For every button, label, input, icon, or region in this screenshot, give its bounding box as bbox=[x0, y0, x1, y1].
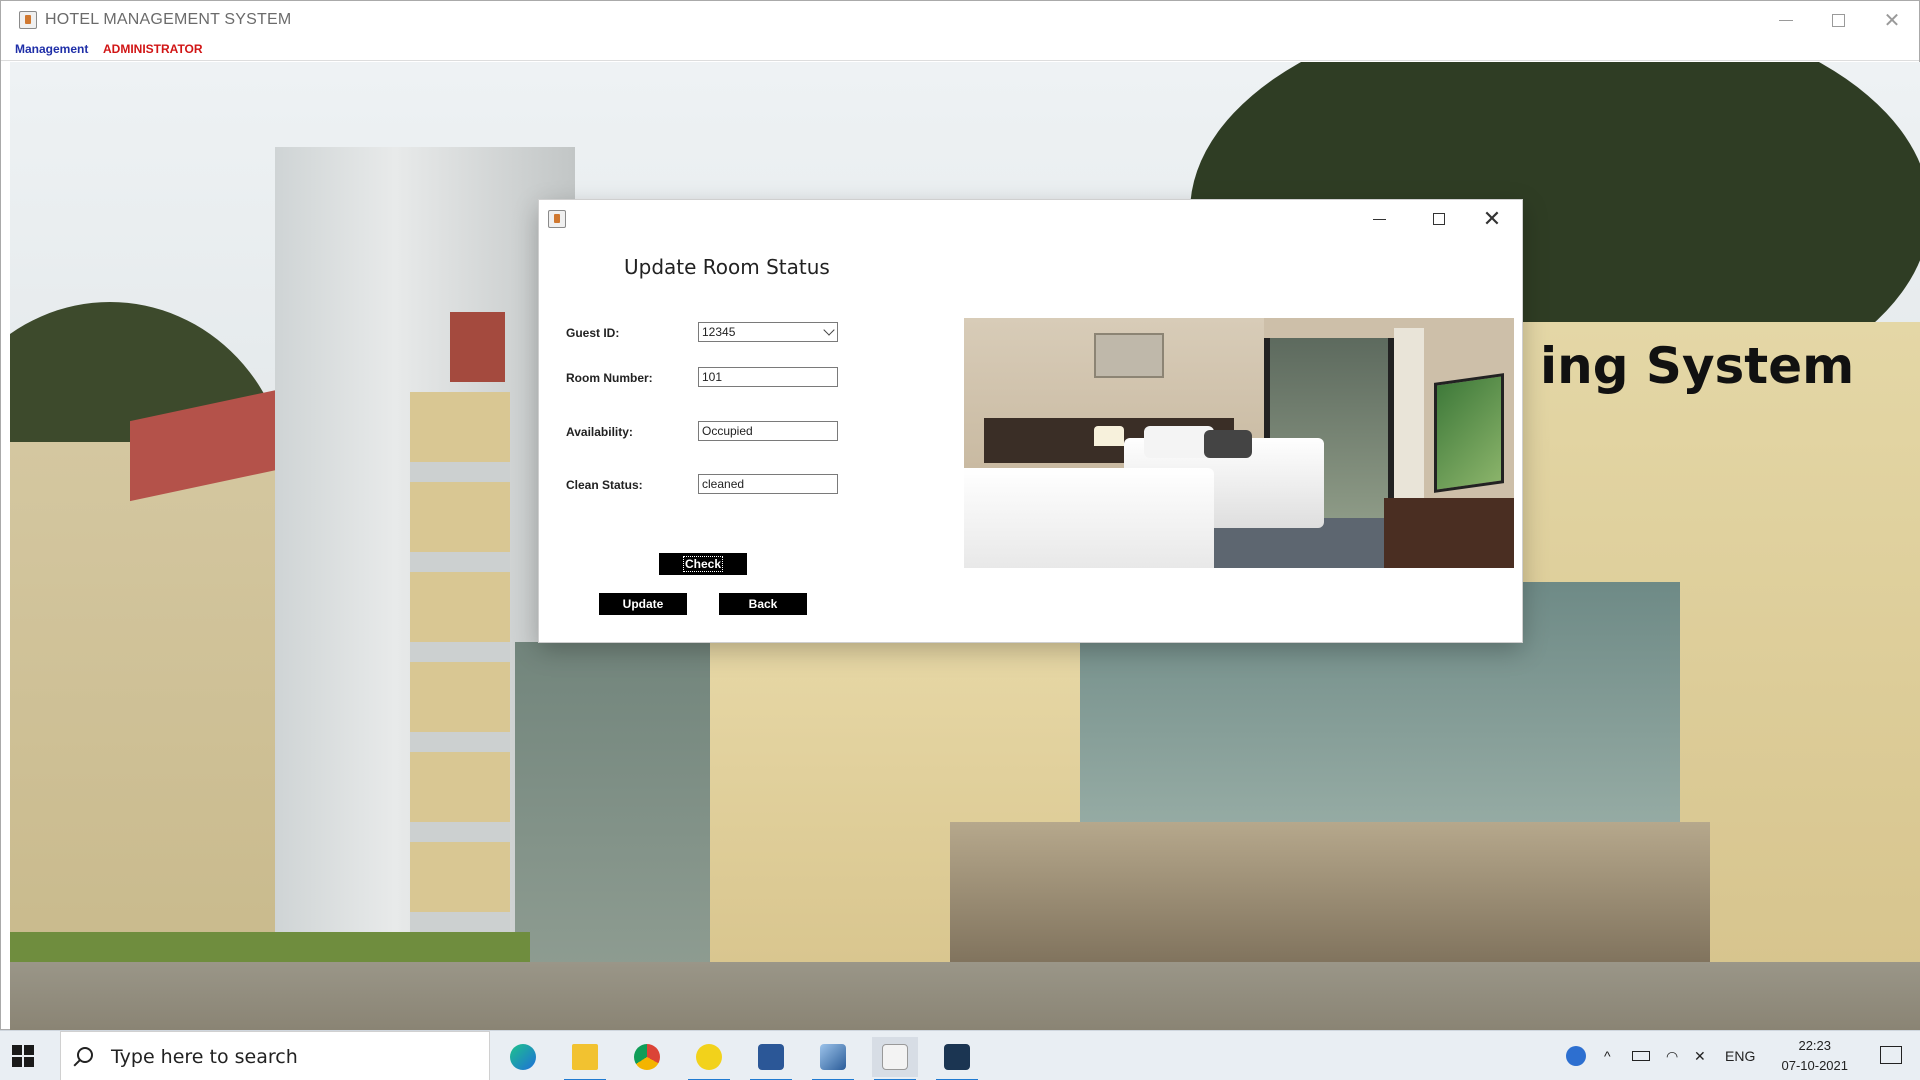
background-heading: ing System bbox=[1540, 337, 1855, 395]
java-app-icon bbox=[19, 11, 37, 29]
chevron-down-icon bbox=[823, 324, 835, 336]
menu-management[interactable]: Management bbox=[15, 42, 88, 56]
back-button[interactable]: Back bbox=[719, 593, 807, 615]
search-placeholder: Type here to search bbox=[111, 1046, 298, 1068]
close-icon: ✕ bbox=[1883, 9, 1901, 32]
guest-id-label: Guest ID: bbox=[566, 326, 620, 340]
mysql-icon[interactable] bbox=[934, 1037, 980, 1080]
check-button[interactable]: Check bbox=[659, 553, 747, 575]
maximize-icon bbox=[1433, 213, 1445, 225]
notifications-icon[interactable] bbox=[1880, 1046, 1902, 1064]
minimize-icon bbox=[1779, 19, 1793, 21]
availability-field[interactable]: Occupied bbox=[698, 421, 838, 441]
title-bar: HOTEL MANAGEMENT SYSTEM ✕ bbox=[1, 1, 1919, 39]
maximize-icon bbox=[1831, 13, 1845, 27]
java-app-icon bbox=[548, 210, 566, 228]
minimize-button[interactable] bbox=[1763, 1, 1809, 39]
clock-date: 07-10-2021 bbox=[1781, 1058, 1849, 1073]
windows-start-button[interactable] bbox=[12, 1045, 34, 1067]
search-icon bbox=[77, 1047, 93, 1063]
availability-label: Availability: bbox=[566, 425, 633, 439]
clean-status-field[interactable]: cleaned bbox=[698, 474, 838, 494]
battery-icon[interactable] bbox=[1632, 1031, 1650, 1080]
dialog-maximize-button[interactable] bbox=[1416, 200, 1462, 238]
dialog-title: Update Room Status bbox=[624, 255, 830, 279]
taskbar: Type here to search ^ ◠ ✕ ENG 22:23 07-1… bbox=[0, 1030, 1920, 1080]
clock[interactable]: 22:23 07-10-2021 bbox=[1782, 1036, 1849, 1076]
taskbar-search-box[interactable]: Type here to search bbox=[60, 1031, 490, 1080]
virtualbox-icon[interactable] bbox=[810, 1037, 856, 1080]
language-indicator[interactable]: ENG bbox=[1725, 1031, 1755, 1080]
chevron-up-icon[interactable]: ^ bbox=[1604, 1031, 1611, 1080]
room-number-field[interactable]: 101 bbox=[698, 367, 838, 387]
chrome-icon[interactable] bbox=[624, 1037, 670, 1077]
dialog-close-button[interactable]: ✕ bbox=[1469, 200, 1515, 238]
close-icon: ✕ bbox=[1482, 206, 1502, 231]
edge-icon[interactable] bbox=[500, 1037, 546, 1077]
dialog-minimize-button[interactable] bbox=[1356, 200, 1402, 238]
wifi-icon[interactable]: ◠ bbox=[1666, 1031, 1678, 1080]
close-button[interactable]: ✕ bbox=[1869, 1, 1915, 39]
guest-id-value: 12345 bbox=[702, 325, 736, 339]
room-number-label: Room Number: bbox=[566, 371, 653, 385]
menu-bar: Management ADMINISTRATOR bbox=[1, 39, 1919, 61]
java-icon[interactable] bbox=[872, 1037, 918, 1080]
check-button-label: Check bbox=[682, 556, 724, 572]
update-button[interactable]: Update bbox=[599, 593, 687, 615]
file-explorer-icon[interactable] bbox=[562, 1037, 608, 1080]
menu-administrator[interactable]: ADMINISTRATOR bbox=[103, 42, 203, 56]
pdf-icon[interactable] bbox=[686, 1037, 732, 1080]
window-title: HOTEL MANAGEMENT SYSTEM bbox=[45, 11, 292, 28]
clock-time: 22:23 bbox=[1798, 1038, 1832, 1053]
guest-id-dropdown[interactable]: 12345 bbox=[698, 322, 838, 342]
word-icon[interactable] bbox=[748, 1037, 794, 1080]
minimize-icon bbox=[1372, 218, 1386, 220]
maximize-button[interactable] bbox=[1815, 1, 1861, 39]
hotel-room-image bbox=[964, 318, 1514, 568]
help-icon[interactable] bbox=[1566, 1031, 1586, 1080]
update-room-status-dialog: ✕ Update Room Status Guest ID: 12345 Roo… bbox=[539, 200, 1522, 642]
volume-muted-icon[interactable]: ✕ bbox=[1694, 1031, 1706, 1080]
clean-status-label: Clean Status: bbox=[566, 478, 643, 492]
